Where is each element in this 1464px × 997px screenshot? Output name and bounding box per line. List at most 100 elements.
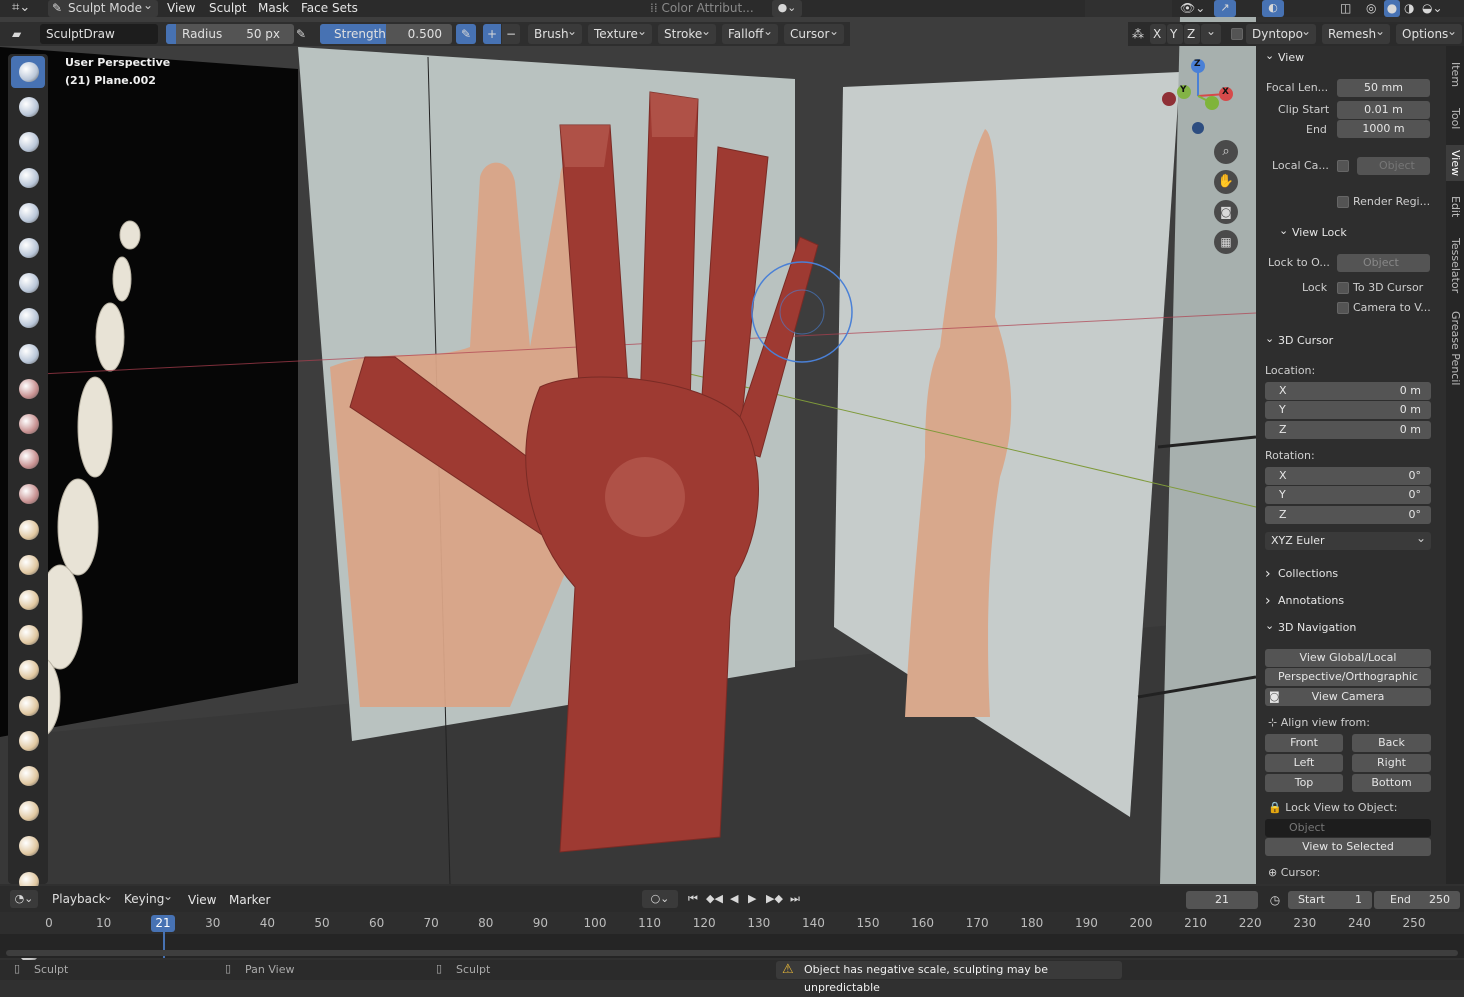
tool-rotate[interactable] bbox=[11, 795, 45, 827]
cursor-loc-z-field[interactable]: Z 0 m bbox=[1265, 421, 1431, 439]
timeline-marker-menu[interactable]: Marker bbox=[229, 892, 270, 909]
tool-inflate[interactable] bbox=[11, 267, 45, 299]
tab-grease-pencil[interactable]: Grease Pencil bbox=[1446, 308, 1464, 388]
tool-layer[interactable] bbox=[11, 232, 45, 264]
tool-pinch[interactable] bbox=[11, 549, 45, 581]
jump-keyframe-back-icon[interactable]: ◆◀ bbox=[706, 890, 726, 908]
stroke-menu[interactable]: Stroke bbox=[658, 24, 716, 44]
timeline-view-menu[interactable]: View bbox=[188, 892, 216, 909]
direction-add-icon[interactable]: + bbox=[483, 24, 501, 44]
tool-crease[interactable] bbox=[11, 338, 45, 370]
overlay-toggle-icon[interactable]: ◐ bbox=[1262, 0, 1284, 17]
cursor-menu[interactable]: Cursor bbox=[784, 24, 844, 44]
tool-smooth[interactable] bbox=[11, 373, 45, 405]
cursor-rot-x-field[interactable]: X 0° bbox=[1265, 467, 1431, 485]
texture-menu[interactable]: Texture bbox=[588, 24, 652, 44]
tool-draw[interactable] bbox=[11, 56, 45, 88]
preview-range-icon[interactable]: ◷ bbox=[1264, 891, 1286, 909]
focal-length-field[interactable]: 50 mm bbox=[1337, 79, 1430, 97]
local-camera-field[interactable]: Object bbox=[1357, 157, 1430, 175]
annotations-section-header[interactable]: Annotations bbox=[1258, 589, 1438, 613]
play-reverse-icon[interactable]: ◀ bbox=[730, 890, 746, 908]
tool-grab[interactable] bbox=[11, 584, 45, 616]
tool-fill[interactable] bbox=[11, 443, 45, 475]
menu-sculpt[interactable]: Sculpt bbox=[209, 0, 246, 17]
editor-type-icon[interactable]: ⌗⌄ bbox=[12, 0, 42, 17]
tool-slide-relax[interactable] bbox=[11, 830, 45, 862]
perspective-ortho-button[interactable]: Perspective/Orthographic bbox=[1265, 668, 1431, 686]
tool-snake-hook[interactable] bbox=[11, 654, 45, 686]
tool-elastic-deform[interactable] bbox=[11, 619, 45, 651]
auto-key-toggle[interactable]: ○⌄ bbox=[642, 890, 678, 908]
shading-rendered-icon[interactable]: ◒⌄ bbox=[1422, 0, 1443, 16]
mode-dropdown[interactable]: ✎ Sculpt Mode bbox=[48, 0, 158, 17]
dyntopo-dropdown[interactable]: Dyntopo bbox=[1246, 24, 1316, 44]
lock-to-object-field[interactable]: Object bbox=[1337, 254, 1430, 272]
camera-icon[interactable]: ◙ bbox=[1214, 200, 1238, 224]
symmetry-z-toggle[interactable]: Z bbox=[1184, 24, 1200, 44]
end-frame-field[interactable]: End 250 bbox=[1374, 891, 1460, 909]
timeline-scrollbar[interactable] bbox=[6, 950, 1458, 956]
warning-message[interactable]: ⚠ Object has negative scale, sculpting m… bbox=[776, 961, 1122, 994]
lock-view-object-field[interactable]: Object bbox=[1265, 819, 1431, 837]
align-right-button[interactable]: Right bbox=[1352, 754, 1431, 772]
menu-view[interactable]: View bbox=[167, 0, 195, 17]
navigation-gizmo[interactable]: Z X Y bbox=[1160, 58, 1236, 134]
render-region-checkbox[interactable] bbox=[1337, 196, 1349, 208]
tool-multiplane-scrape[interactable] bbox=[11, 514, 45, 546]
cursor-rot-z-field[interactable]: Z 0° bbox=[1265, 506, 1431, 524]
menu-face-sets[interactable]: Face Sets bbox=[301, 0, 358, 17]
start-frame-field[interactable]: Start 1 bbox=[1288, 891, 1372, 909]
align-back-button[interactable]: Back bbox=[1352, 734, 1431, 752]
radius-slider[interactable]: Radius 50 px bbox=[166, 24, 294, 44]
grid-icon[interactable]: ▦ bbox=[1214, 230, 1238, 254]
keying-menu[interactable]: Keying bbox=[118, 890, 178, 908]
symmetry-icon[interactable]: ⁂ bbox=[1132, 24, 1144, 44]
tab-edit[interactable]: Edit bbox=[1446, 192, 1464, 222]
symmetry-y-toggle[interactable]: Y bbox=[1167, 24, 1183, 44]
color-attribute-dropdown[interactable]: ⁞⁞ Color Attribut... bbox=[650, 0, 765, 17]
view-global-local-button[interactable]: View Global/Local bbox=[1265, 649, 1431, 667]
direction-subtract-icon[interactable]: − bbox=[502, 24, 520, 44]
rotation-mode-dropdown[interactable]: XYZ Euler bbox=[1265, 529, 1431, 550]
strength-pressure-icon[interactable]: ✎ bbox=[456, 24, 476, 44]
tab-view[interactable]: View bbox=[1446, 145, 1464, 181]
align-left-button[interactable]: Left bbox=[1265, 754, 1343, 772]
cursor-section-header[interactable]: 3D Cursor bbox=[1258, 327, 1438, 353]
playback-menu[interactable]: Playback bbox=[46, 890, 118, 908]
align-bottom-button[interactable]: Bottom bbox=[1352, 774, 1431, 792]
playhead-marker[interactable]: 21 bbox=[151, 915, 175, 932]
symmetry-x-toggle[interactable]: X bbox=[1150, 24, 1166, 44]
shading-solid-icon[interactable]: ● bbox=[1384, 0, 1400, 17]
align-top-button[interactable]: Top bbox=[1265, 774, 1343, 792]
camera-to-view-checkbox[interactable] bbox=[1337, 302, 1349, 314]
tool-draw-sharp[interactable] bbox=[11, 91, 45, 123]
falloff-menu[interactable]: Falloff bbox=[722, 24, 778, 44]
tool-thumb[interactable] bbox=[11, 690, 45, 722]
tool-clay-thumb[interactable] bbox=[11, 197, 45, 229]
view-lock-section-header[interactable]: View Lock bbox=[1272, 219, 1452, 245]
cursor-loc-y-field[interactable]: Y 0 m bbox=[1265, 401, 1431, 419]
tool-clay-strips[interactable] bbox=[11, 162, 45, 194]
radius-pressure-icon[interactable]: ✎ bbox=[296, 24, 314, 44]
jump-keyframe-forward-icon[interactable]: ▶◆ bbox=[766, 890, 786, 908]
tool-clay[interactable] bbox=[11, 126, 45, 158]
xray-icon[interactable]: ◫ bbox=[1340, 0, 1351, 16]
navigation-section-header[interactable]: 3D Navigation bbox=[1258, 614, 1438, 640]
pan-hand-icon[interactable]: ✋ bbox=[1214, 170, 1238, 194]
brush-icon[interactable]: ▰ bbox=[12, 24, 30, 44]
menu-mask[interactable]: Mask bbox=[258, 0, 289, 17]
local-camera-checkbox[interactable] bbox=[1337, 160, 1349, 172]
play-icon[interactable]: ▶ bbox=[748, 890, 764, 908]
tool-pose[interactable] bbox=[11, 725, 45, 757]
options-dropdown[interactable]: Options bbox=[1396, 24, 1462, 44]
jump-start-icon[interactable]: ⏮ bbox=[688, 890, 704, 908]
viewport[interactable] bbox=[0, 17, 1256, 884]
cursor-rot-y-field[interactable]: Y 0° bbox=[1265, 486, 1431, 504]
shading-material-icon[interactable]: ◑ bbox=[1404, 0, 1414, 16]
clip-end-field[interactable]: 1000 m bbox=[1337, 120, 1430, 138]
timeline-editor-icon[interactable]: ◔⌄ bbox=[10, 890, 38, 908]
tool-blob[interactable] bbox=[11, 302, 45, 334]
view-section-header[interactable]: View bbox=[1258, 44, 1438, 70]
view-camera-button[interactable]: ◙ View Camera bbox=[1265, 688, 1431, 706]
